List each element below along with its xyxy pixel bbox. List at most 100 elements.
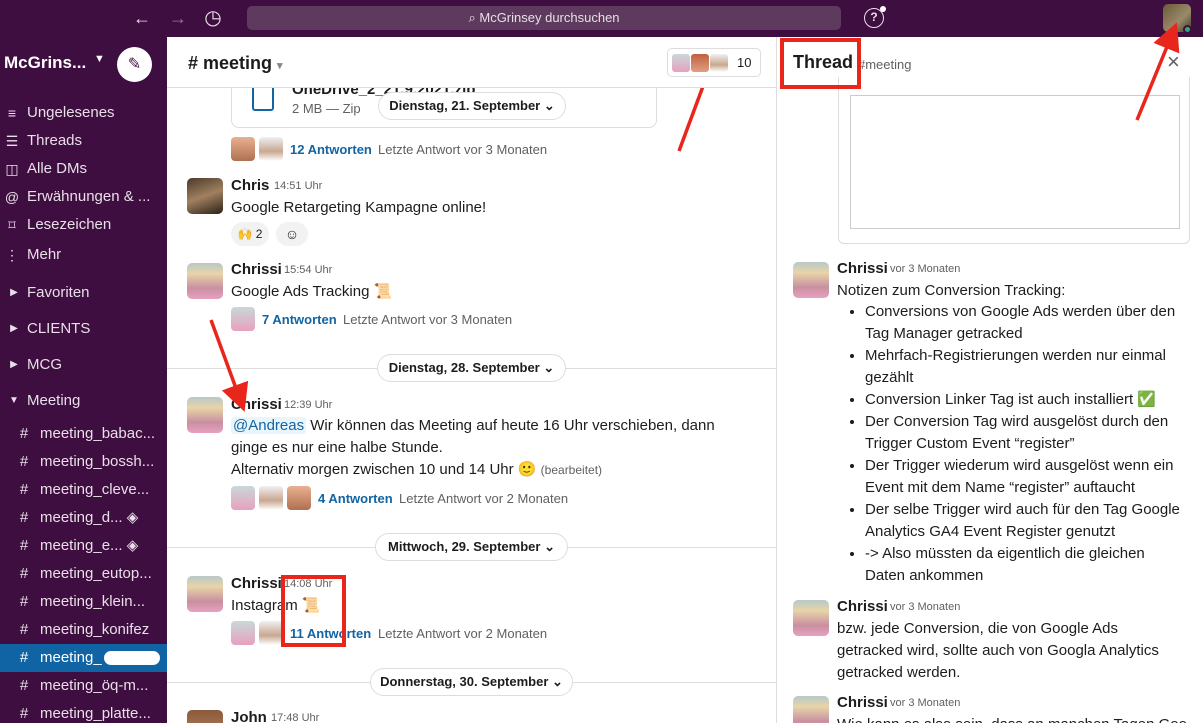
avatar[interactable] [793,696,829,723]
channel-label: meeting_eutop... [40,565,152,582]
member-list-button[interactable]: 10 [667,48,761,77]
bullet-list: Conversions von Google Ads werden über d… [837,301,1187,587]
avatar[interactable] [187,576,223,612]
message-time[interactable]: vor 3 Monaten [890,697,960,709]
dms-icon: ◫ [5,161,19,177]
avatar[interactable] [187,710,223,723]
message-time[interactable]: vor 3 Monaten [890,263,960,275]
thread-replies-link[interactable]: 7 Antworten [262,312,337,327]
more-icon: ⋮ [5,247,19,263]
sidebar-item-bookmarks[interactable]: ⌑ Lesezeichen [0,211,167,239]
hash-icon: # [19,453,29,470]
highlight-box [281,575,346,647]
caret-right-icon: ▶ [10,359,18,370]
avatar[interactable] [187,397,223,433]
message-author[interactable]: John [231,709,267,723]
message-text: bzw. jede Conversion, die von Google Ads… [837,620,1159,681]
message-author[interactable]: Chrissi [837,694,888,711]
sidebar-channel[interactable]: # meeting_platte... [0,700,167,723]
search-bar[interactable]: ⌕ McGrinsey durchsuchen [247,6,841,30]
channel-header: # meeting ▾ 10 [167,37,776,88]
date-divider[interactable]: Donnerstag, 30. September ⌄ [370,668,573,696]
sidebar-channel[interactable]: # meeting_d... ◈ [0,504,167,532]
attachment-preview[interactable] [850,95,1180,229]
avatar[interactable] [793,262,829,298]
last-reply-time: Letzte Antwort vor 2 Monaten [399,491,569,506]
message-text: Alternativ morgen zwischen 10 und 14 Uhr… [231,461,603,478]
reply-avatar [259,137,283,161]
message-author[interactable]: Chris [231,177,269,194]
thread-channel-link[interactable]: #meeting [858,57,911,72]
thread-replies-link[interactable]: 4 Antworten [318,491,393,506]
presence-indicator [1183,25,1192,34]
section-meeting[interactable]: ▼ Meeting [0,387,167,415]
sidebar-item-all-dms[interactable]: ◫ Alle DMs [0,155,167,183]
channel-pane: # meeting ▾ 10 OneDrive_2_21.9.2021.zip … [167,37,777,723]
sidebar-item-mentions[interactable]: @ Erwähnungen & ... [0,183,167,211]
sidebar-item-label: Erwähnungen & ... [27,188,151,205]
sidebar-channel[interactable]: # meeting_babac... [0,420,167,448]
close-icon[interactable]: × [1167,49,1180,75]
sidebar-channel[interactable]: # meeting_eutop... [0,560,167,588]
sidebar-channel[interactable]: # meeting_klein... [0,588,167,616]
message-text: Notizen zum Conversion Tracking: [837,282,1066,299]
message-author[interactable]: Chrissi [837,260,888,277]
sidebar-channel[interactable]: # meeting_cleve... [0,476,167,504]
sidebar-item-label: Threads [27,132,83,149]
compose-icon[interactable]: ✎ [117,47,152,82]
avatar[interactable] [793,600,829,636]
hash-icon: # [19,649,29,666]
chevron-down-icon[interactable]: ▼ [94,53,105,65]
message-time[interactable]: 15:54 Uhr [284,264,332,276]
redaction [103,651,160,666]
date-divider[interactable]: Dienstag, 28. September ⌄ [377,354,566,382]
channel-label: meeting_ [40,649,102,666]
caret-right-icon: ▶ [10,287,18,298]
hash-icon: # [19,425,29,442]
channel-label: meeting_e... [40,537,123,554]
avatar[interactable] [187,178,223,214]
back-arrow-icon[interactable]: ← [131,7,153,29]
mention-icon: @ [4,189,20,205]
section-label: Meeting [27,392,81,409]
message-time[interactable]: 14:51 Uhr [274,180,322,192]
history-icon[interactable]: ◷ [202,7,224,29]
forward-arrow-icon[interactable]: → [167,7,189,29]
list-item: Der Trigger wiederum wird ausgelöst wenn… [865,455,1187,499]
highlight-box [780,38,861,89]
hash-icon: # [19,593,29,610]
section-favorites[interactable]: ▶ Favoriten [0,279,167,307]
date-divider[interactable]: Dienstag, 21. September ⌄ [378,92,566,120]
sidebar-channel[interactable]: # meeting_öq-m... [0,672,167,700]
message-time[interactable]: 17:48 Uhr [271,712,319,723]
top-bar: ← → ◷ ⌕ McGrinsey durchsuchen ? [0,0,1203,37]
channel-label: meeting_cleve... [40,481,150,498]
channel-label: meeting_platte... [40,705,151,722]
message-text: Wie kann es also sein, dass an manchen T… [837,714,1187,723]
date-divider[interactable]: Mittwoch, 29. September ⌄ [375,533,568,561]
thread-replies-link[interactable]: 12 Antworten [290,142,372,157]
sidebar-item-unread[interactable]: ≡ Ungelesenes [0,99,167,127]
reply-avatar [259,621,283,645]
last-reply-time: Letzte Antwort vor 3 Monaten [378,142,548,157]
sidebar-item-more[interactable]: ⋮ Mehr [0,241,167,269]
message-author[interactable]: Chrissi [837,598,888,615]
message-author[interactable]: Chrissi [231,396,282,413]
sidebar-channel-active[interactable]: # meeting_ [0,644,167,672]
avatar[interactable] [187,263,223,299]
sidebar-channel[interactable]: # meeting_bossh... [0,448,167,476]
sidebar-channel[interactable]: # meeting_konifez [0,616,167,644]
reaction[interactable]: 🙌 2 [231,222,269,246]
sidebar-item-threads[interactable]: ☰ Threads [0,127,167,155]
message-time[interactable]: 12:39 Uhr [284,399,332,411]
section-mcg[interactable]: ▶ MCG [0,351,167,379]
channel-title[interactable]: # meeting ▾ [188,53,283,74]
message-author[interactable]: Chrissi [231,575,282,592]
sidebar-channel[interactable]: # meeting_e... ◈ [0,532,167,560]
section-clients[interactable]: ▶ CLIENTS [0,315,167,343]
workspace-name[interactable]: McGrins... [4,53,86,73]
user-mention[interactable]: @Andreas [231,417,307,434]
message-author[interactable]: Chrissi [231,261,282,278]
add-reaction-icon[interactable]: ☺ [276,222,308,246]
message-time[interactable]: vor 3 Monaten [890,601,960,613]
